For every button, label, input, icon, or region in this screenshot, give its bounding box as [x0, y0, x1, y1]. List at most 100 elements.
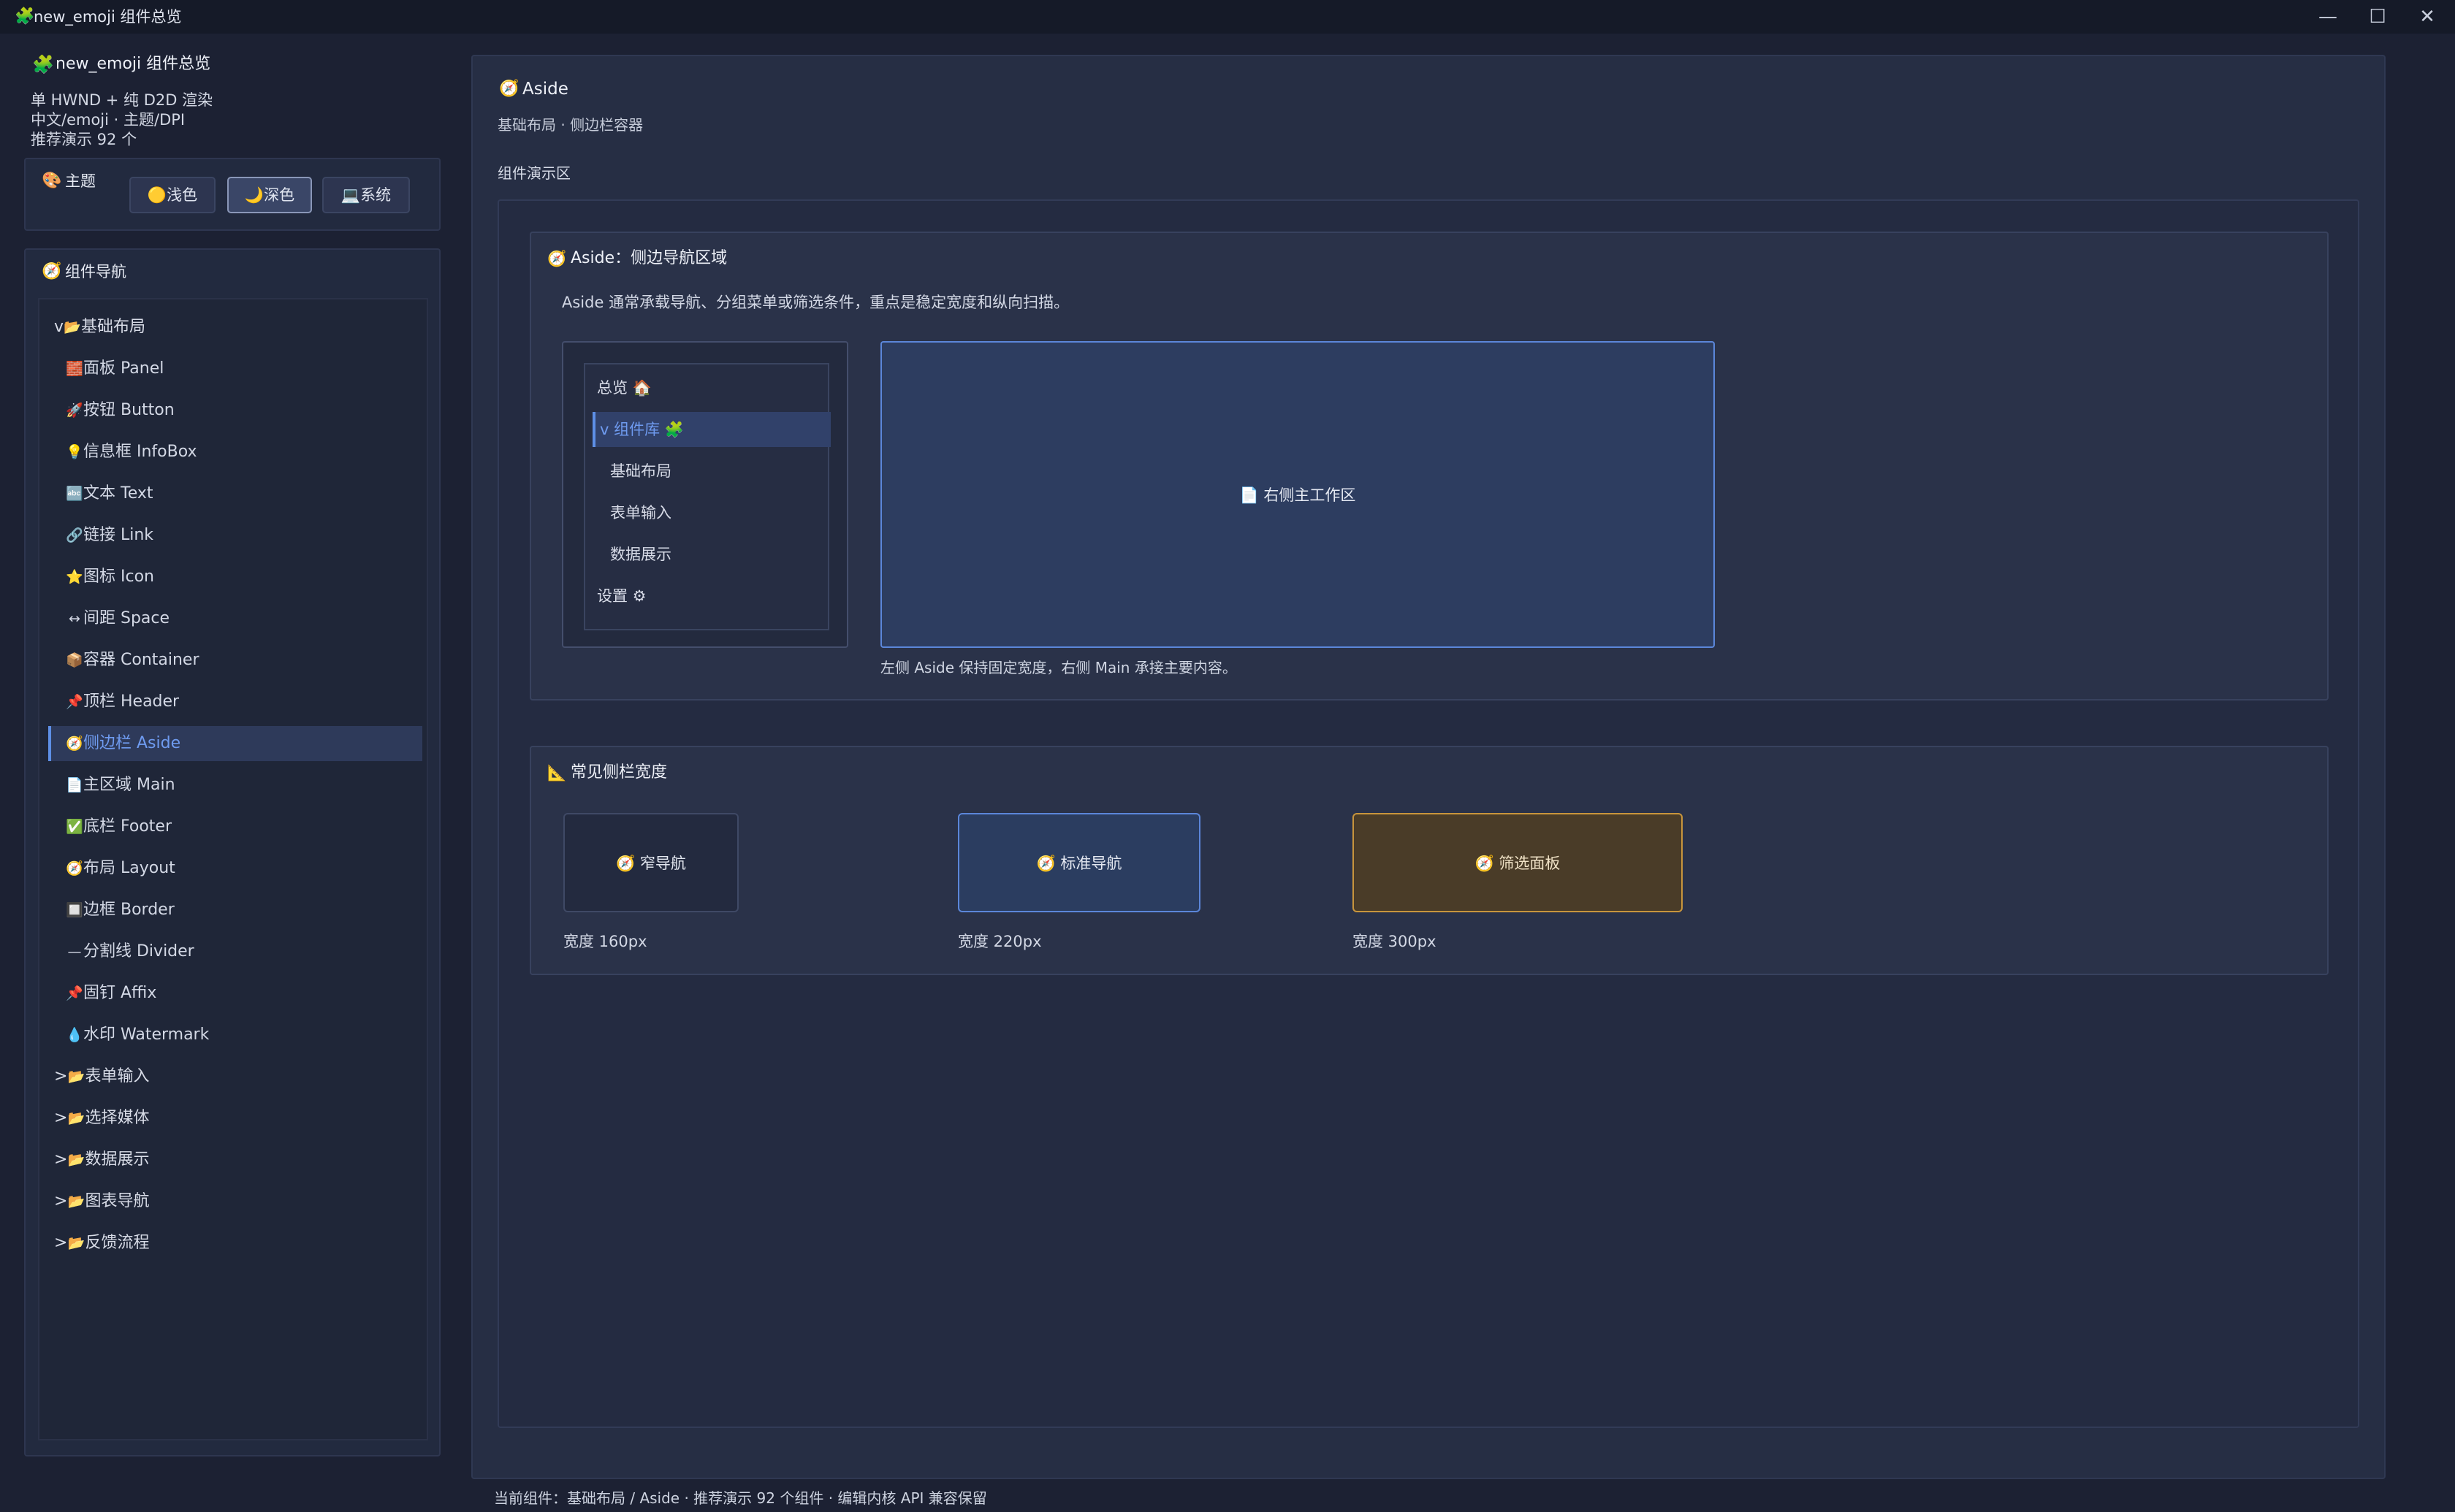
demo-area-label: 组件演示区: [498, 164, 571, 182]
item-icon: 💡: [66, 444, 83, 460]
nav-item[interactable]: 🚀按钮 Button: [48, 393, 422, 428]
nav-group[interactable]: v📂基础布局: [48, 310, 422, 345]
nav-item[interactable]: — 分割线 Divider: [48, 934, 422, 969]
app-heading: new_emoji 组件总览: [56, 55, 211, 73]
nav-item-label: 容器 Container: [83, 651, 199, 669]
nav-item[interactable]: 💧水印 Watermark: [48, 1017, 422, 1053]
section-title: Aside：侧边导航区域: [571, 249, 728, 267]
item-icon: ⭐: [66, 569, 83, 585]
nav-item-label: 信息框 InfoBox: [83, 443, 197, 461]
nav-item-label: 固钉 Affix: [83, 984, 157, 1002]
demo-area: 🧭 Aside：侧边导航区域 Aside 通常承载导航、分组菜单或筛选条件，重点…: [498, 199, 2359, 1428]
nav-item-label: 图表导航: [85, 1192, 150, 1210]
nav-item[interactable]: ✅底栏 Footer: [48, 809, 422, 844]
nav-item-label: 链接 Link: [83, 526, 154, 544]
item-icon: 🚀: [66, 402, 83, 419]
maximize-button[interactable]: ☐: [2353, 0, 2402, 34]
aside-demo-section: 🧭 Aside：侧边导航区域 Aside 通常承载导航、分组菜单或筛选条件，重点…: [530, 232, 2329, 700]
nav-card: 🧭 组件导航 v📂基础布局 🧱面板 Panel 🚀按钮 Button 💡信息框 Inf…: [24, 248, 441, 1456]
nav-item[interactable]: 🔲边框 Border: [48, 893, 422, 928]
nav-item-label: 主区域 Main: [83, 776, 175, 794]
folder-icon: 📂: [67, 1110, 85, 1126]
puzzle-icon: 🧩: [32, 54, 54, 75]
nav-item-label: 基础布局: [81, 318, 146, 336]
demo-menu-item[interactable]: v 组件库 🧩: [593, 412, 831, 447]
demo-menu-item[interactable]: 数据展示: [610, 537, 819, 572]
chevron-right-icon: >: [54, 1192, 68, 1210]
nav-item[interactable]: 📦容器 Container: [48, 643, 422, 678]
nav-item-label: 表单输入: [85, 1067, 150, 1085]
info-line: 中文/emoji · 主题/DPI: [31, 111, 186, 129]
item-icon: 📦: [66, 652, 83, 668]
puzzle-icon: 🧩: [15, 7, 35, 26]
nav-item[interactable]: 🔗链接 Link: [48, 518, 422, 553]
demo-main-workarea: 📄 右侧主工作区: [880, 341, 1715, 648]
demo-menu-item[interactable]: 基础布局: [610, 454, 819, 489]
theme-dark-button[interactable]: 🌙深色: [227, 177, 312, 213]
window-title: new_emoji 组件总览: [34, 8, 182, 26]
page-subtitle: 基础布局 · 侧边栏容器: [498, 116, 644, 134]
nav-item-label: 数据展示: [85, 1150, 150, 1169]
theme-system-button[interactable]: 💻系统: [322, 177, 410, 213]
demo-aside: 总览 🏠 v 组件库 🧩 基础布局表单输入数据展示设置 ⚙: [562, 341, 848, 648]
info-line: 单 HWND + 纯 D2D 渲染: [31, 91, 213, 109]
demo-menu-item[interactable]: 表单输入: [610, 495, 819, 530]
folder-icon: 📂: [67, 1152, 85, 1168]
item-icon: 🔗: [66, 527, 83, 543]
folder-icon: 📂: [67, 1194, 85, 1210]
compass-icon: 🧭: [42, 262, 62, 280]
demo-aside-menu: 总览 🏠 v 组件库 🧩 基础布局表单输入数据展示设置 ⚙: [584, 363, 831, 630]
narrow-nav-sample: 🧭 窄导航: [563, 813, 739, 912]
theme-light-button[interactable]: 🟡浅色: [129, 177, 216, 213]
nav-group[interactable]: >📂反馈流程: [48, 1226, 422, 1261]
theme-card: 🎨 主题 🟡浅色 🌙深色 💻系统: [24, 158, 441, 231]
compass-icon: 🧭: [499, 80, 519, 98]
nav-item-label: 选择媒体: [85, 1109, 150, 1127]
item-icon: —: [67, 944, 82, 960]
aside-widths-section: 📐 常见侧栏宽度 🧭 窄导航 宽度 160px 🧭 标准导航 宽度 220px …: [530, 746, 2329, 975]
close-button[interactable]: ✕: [2402, 0, 2452, 34]
width-caption: 宽度 160px: [563, 933, 647, 950]
demo-menu-item[interactable]: 设置 ⚙: [597, 579, 819, 614]
filter-panel-sample: 🧭 筛选面板: [1352, 813, 1683, 912]
item-icon: 🔲: [66, 902, 83, 918]
standard-nav-sample: 🧭 标准导航: [958, 813, 1200, 912]
ruler-icon: 📐: [547, 764, 567, 782]
nav-item[interactable]: 📄主区域 Main: [48, 768, 422, 803]
nav-item[interactable]: 🧭侧边栏 Aside: [48, 726, 422, 761]
section-description: Aside 通常承载导航、分组菜单或筛选条件，重点是稳定宽度和纵向扫描。: [562, 294, 1070, 311]
nav-item[interactable]: 🧱面板 Panel: [48, 351, 422, 386]
nav-item[interactable]: 📌固钉 Affix: [48, 976, 422, 1011]
palette-icon: 🎨: [42, 172, 62, 190]
nav-item[interactable]: 🧭布局 Layout: [48, 851, 422, 886]
item-icon: 📌: [66, 985, 83, 1001]
status-bar: 当前组件：基础布局 / Aside · 推荐演示 92 个组件 · 编辑内核 A…: [494, 1489, 987, 1507]
nav-group[interactable]: >📂数据展示: [48, 1142, 422, 1177]
item-icon: ↔: [69, 611, 80, 627]
nav-item[interactable]: ⭐图标 Icon: [48, 560, 422, 595]
theme-label: 主题: [65, 172, 96, 190]
chevron-right-icon: >: [54, 1067, 68, 1085]
nav-group[interactable]: >📂图表导航: [48, 1184, 422, 1219]
chevron-right-icon: >: [54, 1109, 68, 1127]
nav-item-label: 间距 Space: [83, 609, 170, 627]
nav-item[interactable]: 💡信息框 InfoBox: [48, 435, 422, 470]
nav-item[interactable]: ↔ 间距 Space: [48, 601, 422, 636]
nav-group[interactable]: >📂表单输入: [48, 1059, 422, 1094]
item-icon: 🔤: [66, 486, 83, 502]
item-icon: 💧: [66, 1027, 83, 1043]
chevron-right-icon: >: [54, 1150, 68, 1169]
nav-item-label: 图标 Icon: [83, 568, 154, 586]
width-caption: 宽度 300px: [1352, 933, 1436, 950]
nav-group[interactable]: >📂选择媒体: [48, 1101, 422, 1136]
minimize-button[interactable]: —: [2303, 0, 2353, 34]
compass-icon: 🧭: [547, 250, 567, 267]
demo-menu-item[interactable]: 总览 🏠: [597, 370, 819, 405]
nav-item[interactable]: 🔤文本 Text: [48, 476, 422, 511]
nav-label: 组件导航: [65, 263, 126, 280]
nav-tree[interactable]: v📂基础布局 🧱面板 Panel 🚀按钮 Button 💡信息框 InfoBox 🔤文本…: [38, 298, 428, 1440]
nav-item-label: 文本 Text: [83, 484, 153, 503]
nav-item[interactable]: 📌顶栏 Header: [48, 684, 422, 719]
nav-item-label: 顶栏 Header: [83, 692, 180, 711]
chevron-right-icon: >: [54, 1234, 68, 1252]
